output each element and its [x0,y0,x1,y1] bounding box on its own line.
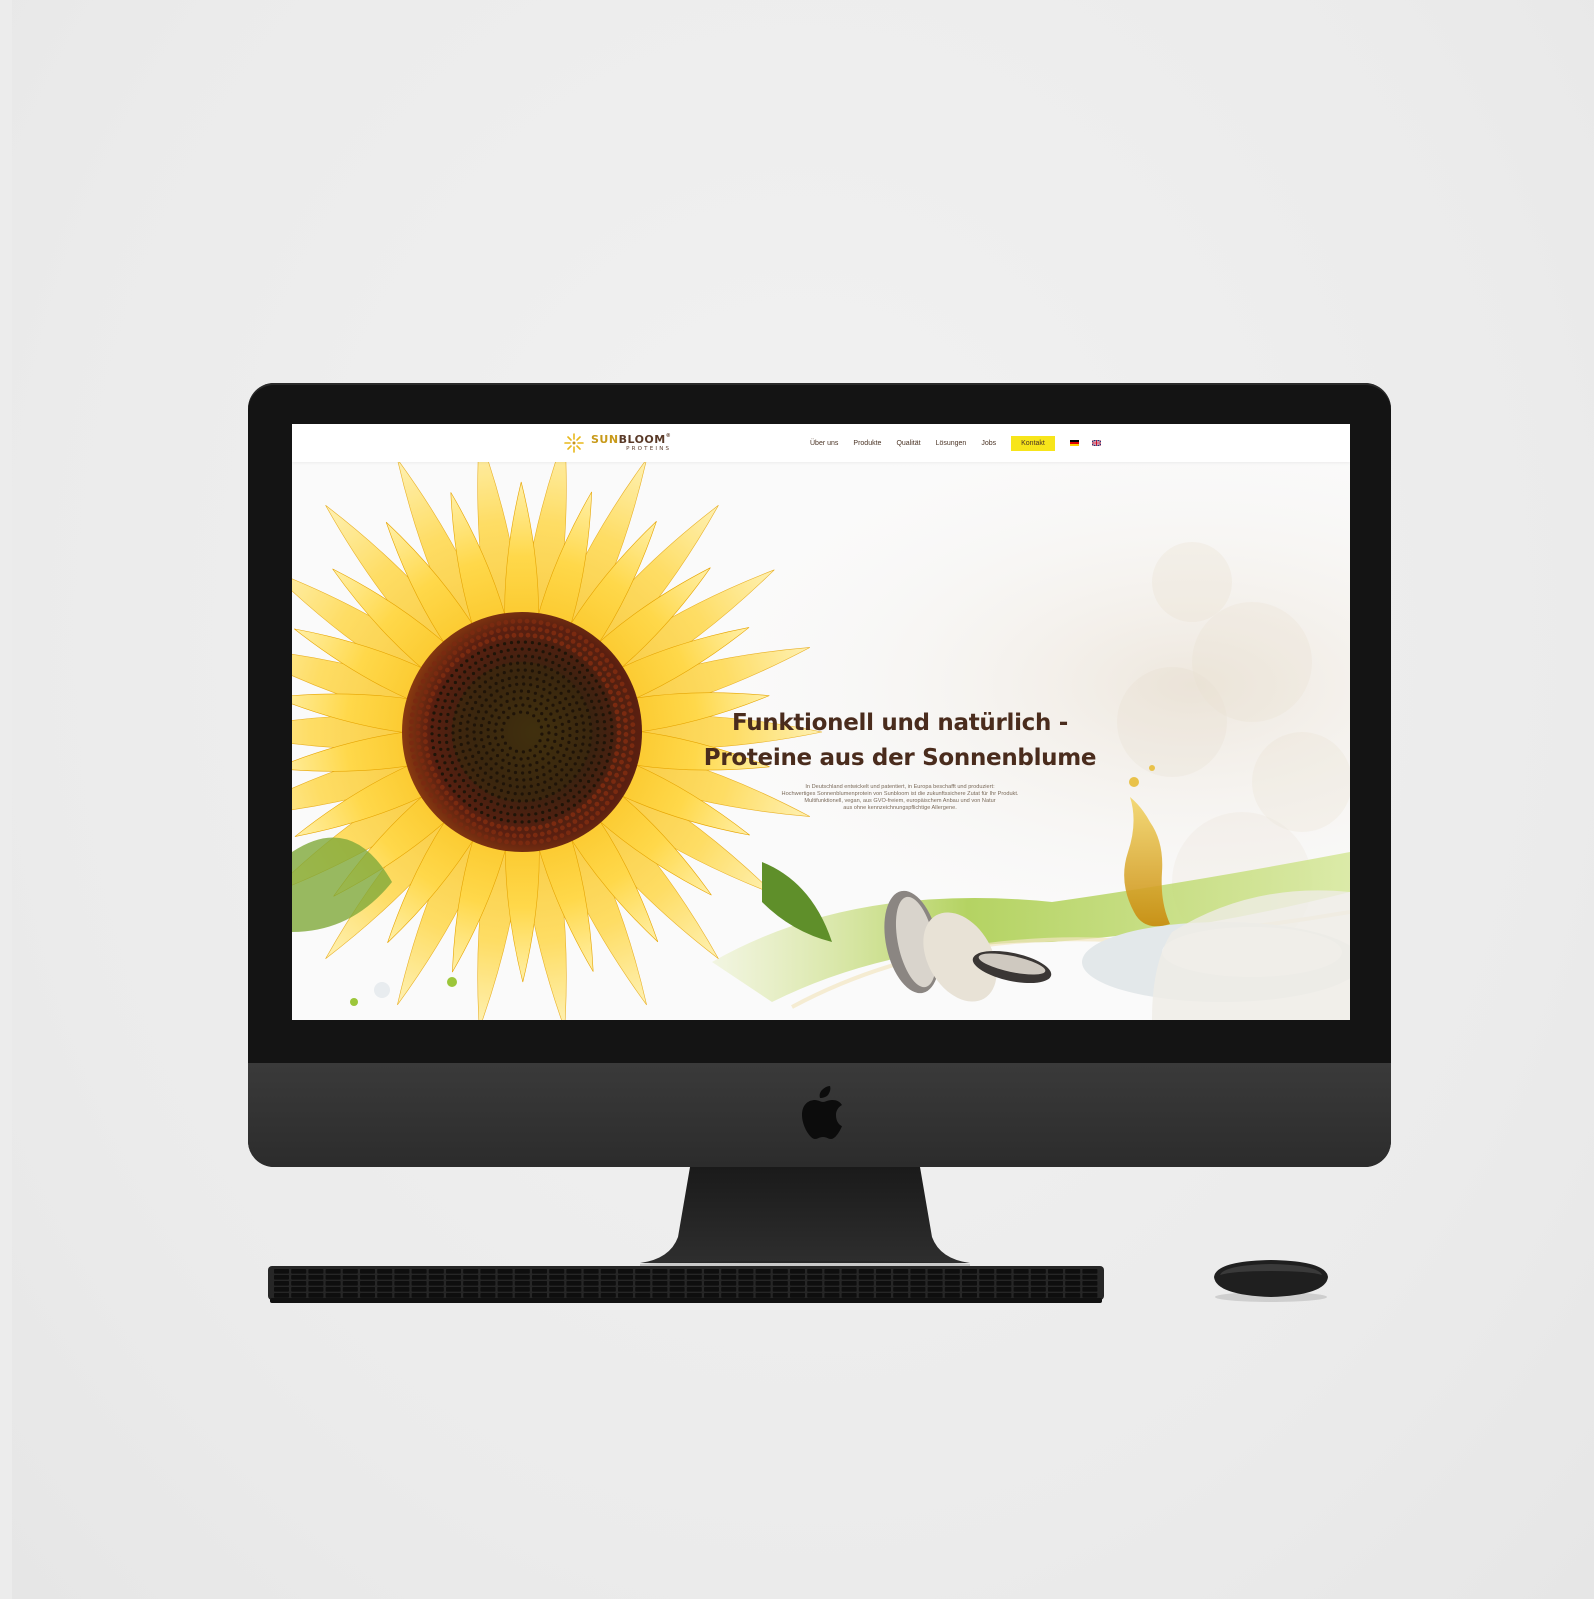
brand-name-bloom: BLOOM [618,432,666,446]
nav-item-qualitaet[interactable]: Qualität [896,440,920,447]
sunflower-logo-icon [564,433,584,453]
kontakt-button[interactable]: Kontakt [1011,435,1055,451]
de-flag-icon[interactable] [1069,440,1079,446]
brand-name: SUNBLOOM® [591,432,672,446]
nav-item-produkte[interactable]: Produkte [853,440,881,447]
apple-logo-icon [802,1086,842,1139]
main-nav: Über uns Produkte Qualität Lösungen Jobs… [810,435,1114,451]
nav-item-jobs[interactable]: Jobs [981,440,996,447]
nav-item-ueber-uns[interactable]: Über uns [810,440,838,447]
hero-body-line: In Deutschland entwickelt und patentiert… [805,784,995,790]
brand-subtitle: PROTEINS [626,445,672,452]
mouse [1214,1260,1328,1302]
brand-name-sun: SUN [591,432,619,446]
brand-logo[interactable]: SUNBLOOM® PROTEINS [560,428,690,458]
monitor-stand [640,1167,970,1267]
site-header: SUNBLOOM® PROTEINS Über uns Produkte Qua… [292,424,1350,462]
hero-title: Funktionell und natürlich - Proteine aus… [680,706,1120,776]
uk-flag-icon[interactable] [1091,440,1101,446]
nav-item-loesungen[interactable]: Lösungen [936,440,967,447]
hero-body-line: aus ohne kennzeichnungspflichtige Allerg… [843,805,957,811]
hero-content: Funktionell und natürlich - Proteine aus… [680,706,1120,812]
hero-title-line-2: Proteine aus der Sonnenblume [703,745,1097,771]
hero-body-line: Multifunktionell, vegan, aus GVO-freiem,… [804,798,996,804]
hero-title-line-1: Funktionell und natürlich - [731,710,1069,736]
screen: SUNBLOOM® PROTEINS Über uns Produkte Qua… [292,424,1350,1020]
hero-body-line: Hochwertiges Sonnenblumenprotein von Sun… [781,791,1019,797]
hero-body: In Deutschland entwickelt und patentiert… [680,784,1120,812]
brand-registered-mark: ® [665,432,672,439]
keyboard [268,1266,1104,1303]
